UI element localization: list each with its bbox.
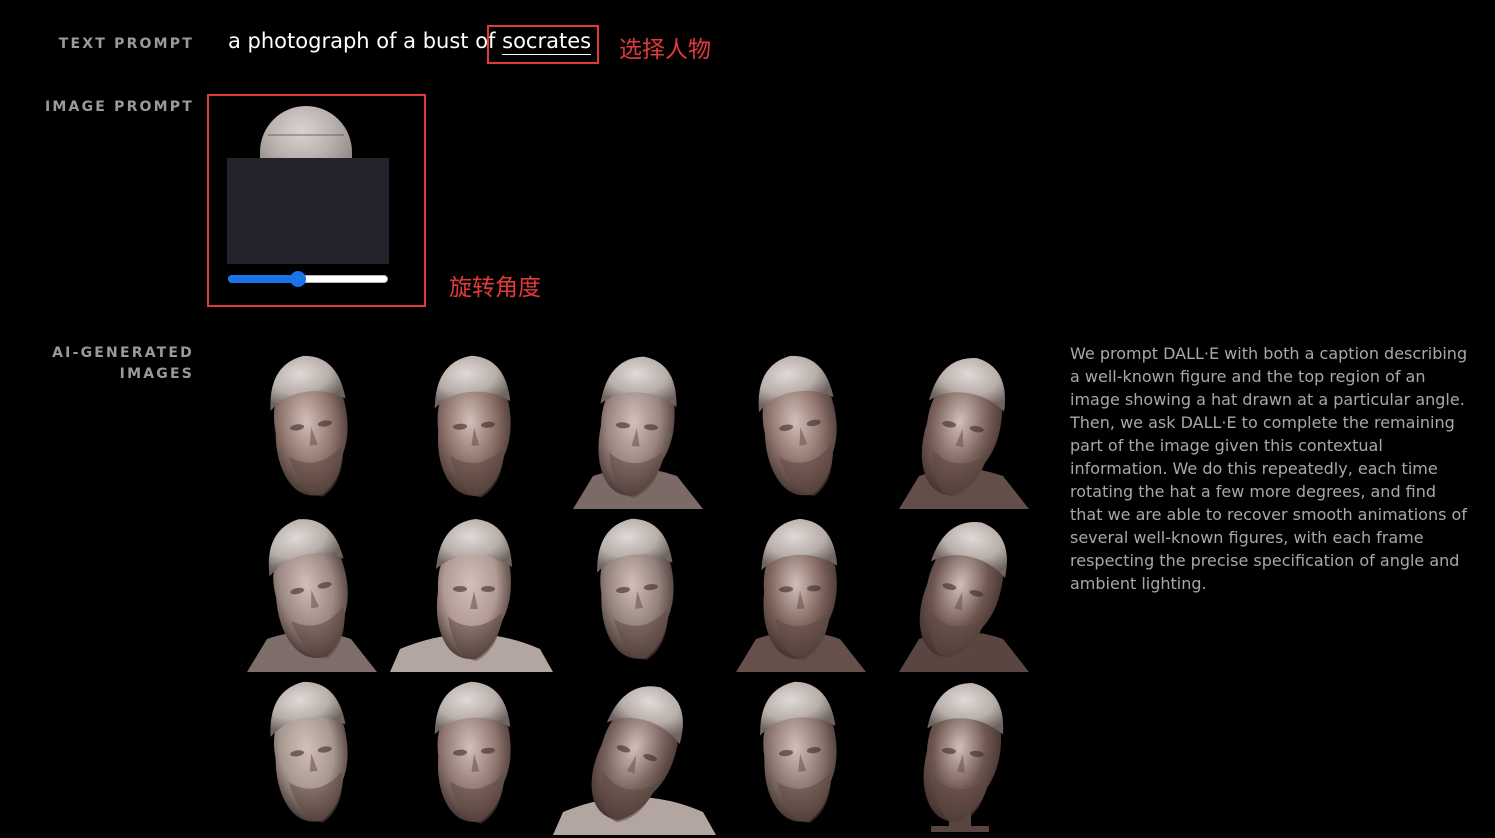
- image-prompt-label: IMAGE PROMPT: [45, 99, 194, 115]
- page: TEXT PROMPT a photograph of a bust of so…: [0, 0, 1495, 838]
- bust-image: [390, 519, 553, 672]
- bust-image: [899, 522, 1029, 672]
- text-prompt-label: TEXT PROMPT: [58, 36, 194, 52]
- generated-image: [553, 509, 716, 672]
- select-subject-annotation: 选择人物: [619, 37, 711, 63]
- generated-image: [227, 672, 390, 835]
- generated-images-grid: [227, 346, 1042, 835]
- ai-generated-label-line2: IMAGES: [119, 366, 194, 382]
- image-prompt-highlight-box: [207, 94, 426, 307]
- bust-image: [760, 681, 837, 823]
- bust-image: [247, 519, 377, 672]
- rotate-angle-annotation: 旋转角度: [449, 275, 541, 301]
- bust-image: [736, 518, 866, 672]
- generated-image: [879, 346, 1042, 509]
- generated-image: [716, 346, 879, 509]
- subject-highlight-box: [487, 25, 599, 64]
- bust-image: [434, 681, 511, 824]
- generated-image: [390, 509, 553, 672]
- description-text: We prompt DALL·E with both a caption des…: [1070, 344, 1468, 593]
- generated-image: [553, 672, 716, 835]
- generated-image: [390, 346, 553, 509]
- bust-image: [573, 356, 703, 509]
- generated-image: [227, 509, 390, 672]
- generated-image: [716, 672, 879, 835]
- bust-image: [597, 518, 674, 660]
- bust-image: [899, 358, 1029, 509]
- generated-image: [553, 346, 716, 509]
- bust-image: [758, 356, 837, 496]
- bust-image: [923, 683, 1004, 832]
- bust-image: [270, 355, 348, 497]
- ai-generated-label-line1: AI-GENERATED: [52, 345, 194, 361]
- generated-image: [716, 509, 879, 672]
- generated-image: [879, 672, 1042, 835]
- text-prompt-prefix: a photograph of a bust of: [228, 29, 503, 53]
- generated-image: [390, 672, 553, 835]
- bust-image: [553, 686, 716, 835]
- generated-image: [879, 509, 1042, 672]
- ai-generated-label: AI-GENERATED IMAGES: [34, 343, 194, 385]
- generated-image: [227, 346, 390, 509]
- bust-image: [434, 355, 511, 498]
- bust-image: [270, 681, 348, 823]
